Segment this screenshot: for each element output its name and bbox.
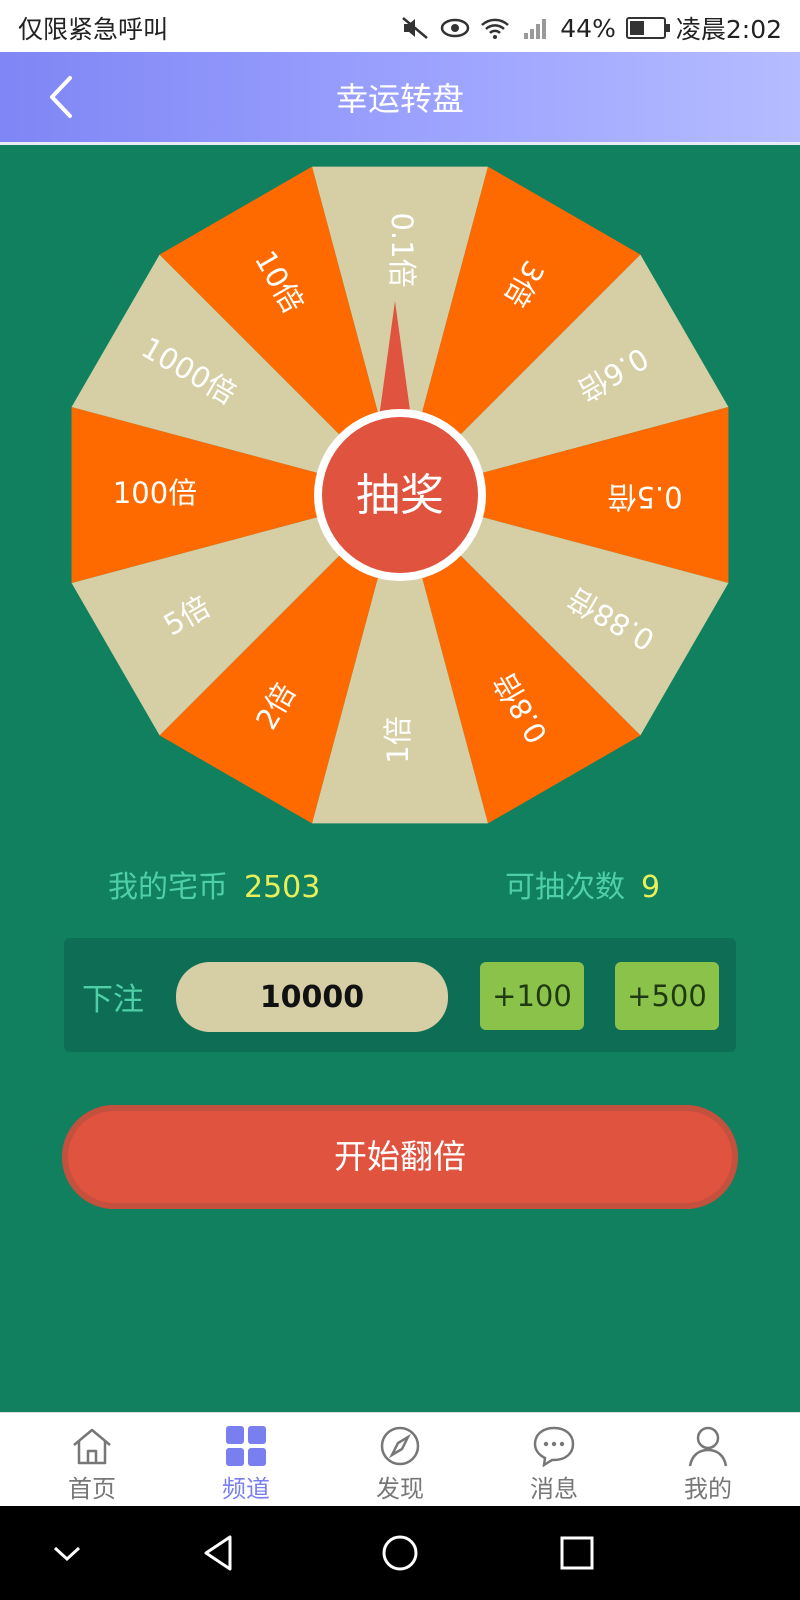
add-500-button[interactable]: +500: [615, 962, 719, 1030]
lucky-wheel[interactable]: 0.1倍 3倍0.6倍0.5倍0.88倍0.8倍1倍2倍5倍100倍1000倍10…: [60, 165, 740, 845]
tab-label: 发现: [376, 1475, 424, 1503]
hide-keyboard-icon[interactable]: [42, 1528, 92, 1578]
bet-amount-input[interactable]: [176, 962, 448, 1032]
app-header: 幸运转盘: [0, 52, 800, 142]
my-coins: 我的宅币 2503: [108, 862, 320, 906]
home-icon: [73, 1428, 111, 1465]
draw-times: 可抽次数 9: [505, 862, 660, 906]
status-icons: 44% 凌晨2:02: [400, 10, 782, 46]
bet-label: 下注: [82, 982, 144, 1018]
bet-panel: 下注 +100 +500: [64, 938, 736, 1052]
start-double-button[interactable]: 开始翻倍: [62, 1105, 738, 1209]
wheel-segment-label: 0.5倍: [607, 480, 682, 514]
add-100-button[interactable]: +100: [480, 962, 584, 1030]
home-nav-icon[interactable]: [375, 1528, 425, 1578]
chat-icon: [533, 1426, 575, 1467]
status-emergency-text: 仅限紧急呼叫: [18, 15, 169, 44]
status-time: 凌晨2:02: [675, 15, 782, 44]
grid-icon: [226, 1426, 266, 1466]
page-title: 幸运转盘: [335, 80, 464, 118]
times-label: 可抽次数: [505, 870, 625, 905]
tab-label: 首页: [68, 1475, 116, 1503]
times-value: 9: [641, 870, 661, 905]
mute-icon: [402, 17, 429, 39]
status-bar: 仅限紧急呼叫 44% 凌晨2:02: [0, 0, 800, 52]
wifi-icon: [481, 18, 510, 39]
tab-home[interactable]: 首页: [12, 1413, 172, 1507]
user-icon: [688, 1426, 728, 1467]
tab-label: 频道: [222, 1475, 270, 1503]
battery-icon: [625, 17, 670, 39]
coins-value: 2503: [244, 870, 321, 905]
eye-icon: [441, 18, 470, 38]
tab-mine[interactable]: 我的: [628, 1413, 788, 1507]
wheel-segment-label: 100倍: [113, 476, 197, 510]
tab-label: 我的: [684, 1475, 732, 1503]
bottom-tab-bar: 首页 频道 发现 消息 我的: [0, 1412, 800, 1507]
wheel-segment-label: 1倍: [381, 716, 415, 763]
tab-channel[interactable]: 频道: [166, 1413, 326, 1507]
header-divider: [0, 142, 800, 145]
tab-messages[interactable]: 消息: [474, 1413, 634, 1507]
battery-percent: 44%: [560, 13, 616, 43]
tab-discover[interactable]: 发现: [320, 1413, 480, 1507]
tab-label: 消息: [530, 1475, 578, 1503]
coins-label: 我的宅币: [108, 870, 228, 905]
signal-icon: [524, 19, 547, 39]
back-nav-icon[interactable]: [196, 1528, 246, 1578]
wheel-segment-label: 0.1倍: [385, 212, 419, 287]
recents-nav-icon[interactable]: [552, 1528, 602, 1578]
system-nav-bar: [0, 1506, 800, 1600]
compass-icon: [380, 1426, 420, 1466]
wheel-center-label[interactable]: 抽奖: [356, 470, 444, 521]
